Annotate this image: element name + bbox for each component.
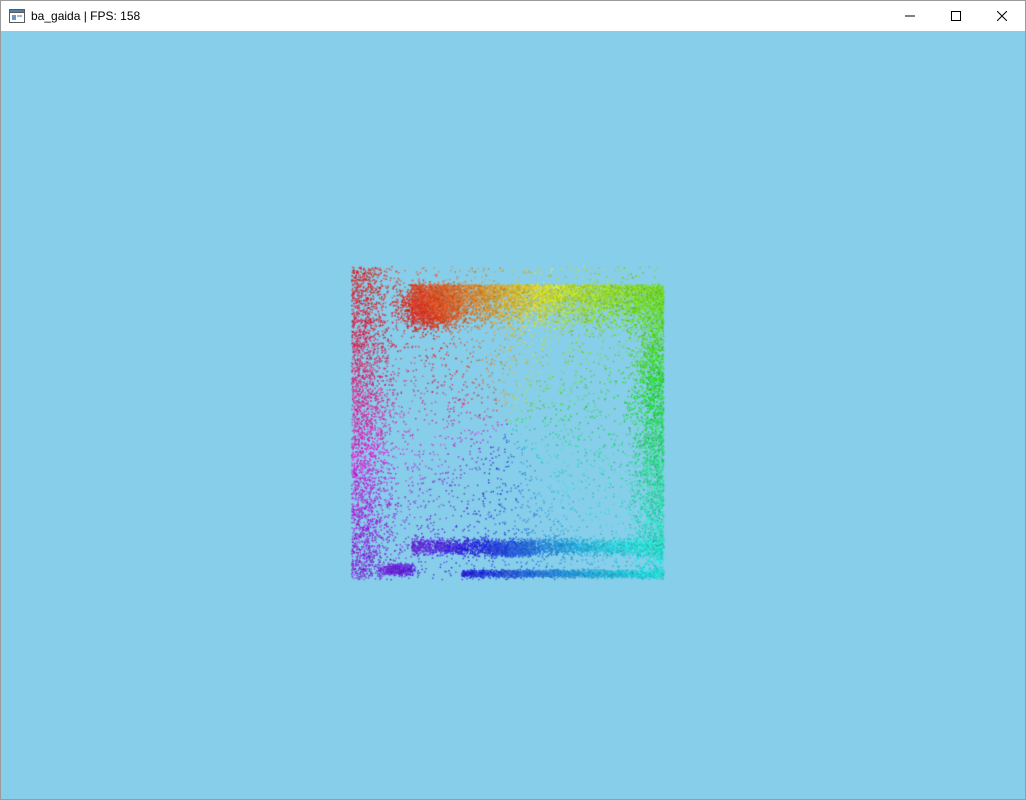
- minimize-button[interactable]: [887, 1, 933, 31]
- minimize-icon: [905, 15, 915, 17]
- close-button[interactable]: [979, 1, 1025, 31]
- close-icon: [997, 11, 1007, 21]
- maximize-button[interactable]: [933, 1, 979, 31]
- window-title: ba_gaida | FPS: 158: [31, 9, 141, 23]
- window-controls: [887, 1, 1025, 31]
- maximize-icon: [951, 11, 961, 21]
- app-window: ba_gaida | FPS: 158: [0, 0, 1026, 800]
- point-cloud: [1, 31, 1025, 799]
- application-window-icon: [9, 8, 25, 24]
- title-bar[interactable]: ba_gaida | FPS: 158: [1, 1, 1025, 31]
- render-viewport[interactable]: [1, 31, 1025, 799]
